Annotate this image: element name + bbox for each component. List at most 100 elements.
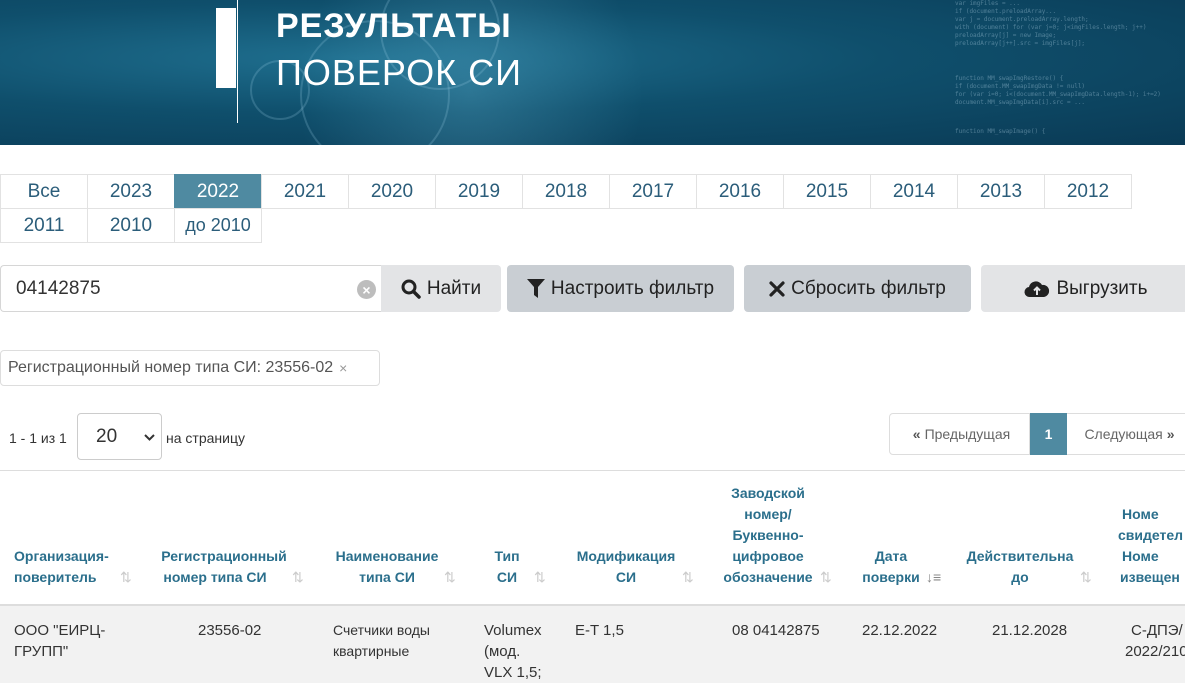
column-header-text: Номе xyxy=(1122,548,1159,564)
column-header-text: свидетел xyxy=(1118,527,1184,543)
sort-icon[interactable]: ⇅ xyxy=(292,567,304,588)
sort-icon[interactable]: ⇅ xyxy=(1080,567,1092,588)
sort-icon[interactable]: ⇅ xyxy=(682,567,694,588)
tab-year-2019[interactable]: 2019 xyxy=(435,174,523,209)
tab-year-2010[interactable]: 2010 xyxy=(87,208,175,243)
column-header-text: поверитель xyxy=(14,569,97,585)
per-page-select[interactable]: 20 xyxy=(77,413,162,460)
cell-reg-number: 23556-02 xyxy=(198,622,262,639)
cell-certificate-number: С-ДПЭ/ 2022/210 xyxy=(1125,620,1185,662)
column-header-type[interactable]: Тип СИ ⇅ xyxy=(488,546,545,588)
cell-text: Volumex xyxy=(484,622,542,639)
pagination: «Предыдущая 1 Следующая» xyxy=(889,413,1185,455)
page-number-button[interactable]: 1 xyxy=(1030,413,1067,455)
export-button-label: Выгрузить xyxy=(1056,277,1148,299)
prev-page-button[interactable]: «Предыдущая xyxy=(889,413,1030,455)
next-page-button[interactable]: Следующая» xyxy=(1067,413,1185,455)
page-title-line2: ПОВЕРОК СИ xyxy=(276,52,522,93)
active-filter-label: Регистрационный номер типа СИ: 23556-02 xyxy=(8,359,334,376)
tab-year-2022[interactable]: 2022 xyxy=(174,174,262,209)
column-header-text: номер/ xyxy=(744,506,792,522)
banner-code-decor: function MM_swapImage() { xyxy=(955,128,1046,135)
next-page-label: Следующая xyxy=(1084,426,1163,442)
column-header-text: Действительна xyxy=(966,548,1074,564)
table-row[interactable]: ООО "ЕИРЦ- ГРУПП" 23556-02 Счетчики воды… xyxy=(0,606,1185,683)
column-header-text: СИ xyxy=(496,569,518,585)
year-tabs-row: Все 2023 2022 2021 2020 2019 2018 2017 2… xyxy=(0,174,1132,209)
tab-year-all[interactable]: Все xyxy=(0,174,88,209)
tab-year-2016[interactable]: 2016 xyxy=(696,174,784,209)
tab-year-2017[interactable]: 2017 xyxy=(609,174,697,209)
cell-verification-date: 22.12.2022 xyxy=(862,622,938,639)
column-header-text: типа СИ xyxy=(359,569,415,585)
cell-text: ООО "ЕИРЦ- xyxy=(14,622,106,639)
column-header-verification-date[interactable]: Дата поверки ↓≡ xyxy=(858,546,941,588)
configure-filter-button[interactable]: Настроить фильтр xyxy=(507,265,734,312)
tab-year-before-2010[interactable]: до 2010 xyxy=(174,208,262,243)
cell-type: Volumex (мод. VLX 1,5; xyxy=(484,620,542,683)
column-header-organization[interactable]: Организация- поверитель ⇅ xyxy=(14,546,132,588)
cell-text: Счетчики воды xyxy=(333,622,430,638)
sort-icon[interactable]: ⇅ xyxy=(444,567,456,588)
cell-valid-until: 21.12.2028 xyxy=(992,622,1068,639)
column-header-text: до xyxy=(1011,569,1029,585)
cell-name: Счетчики воды квартирные xyxy=(333,620,430,662)
column-header-text: извещен xyxy=(1120,569,1180,585)
column-header-text: Организация- xyxy=(14,548,109,564)
tab-year-2015[interactable]: 2015 xyxy=(783,174,871,209)
tab-year-2023[interactable]: 2023 xyxy=(87,174,175,209)
tab-year-2021[interactable]: 2021 xyxy=(261,174,349,209)
sort-icon[interactable]: ⇅ xyxy=(534,567,546,588)
sort-desc-icon[interactable]: ↓≡ xyxy=(926,567,941,588)
tab-year-2012[interactable]: 2012 xyxy=(1044,174,1132,209)
column-header-text: поверки xyxy=(862,569,920,585)
column-header-text: обозначение xyxy=(723,569,813,585)
tab-year-2011[interactable]: 2011 xyxy=(0,208,88,243)
banner-code-decor: function MM_swapImgRestore() { if (docum… xyxy=(955,75,1161,106)
column-header-text: Тип xyxy=(494,548,520,564)
cell-serial: 08 04142875 xyxy=(732,622,820,639)
page-banner: var imgFiles = ... if (document.preloadA… xyxy=(0,0,1185,145)
clear-search-icon[interactable]: × xyxy=(357,280,376,299)
close-icon xyxy=(769,280,785,297)
column-header-modification[interactable]: Модификация СИ ⇅ xyxy=(574,546,694,588)
cell-modification: E-T 1,5 xyxy=(575,622,624,639)
sort-icon[interactable]: ⇅ xyxy=(120,567,132,588)
column-header-text: Регистрационный xyxy=(161,548,287,564)
export-button[interactable]: Выгрузить xyxy=(981,265,1185,312)
column-header-name[interactable]: Наименование типа СИ ⇅ xyxy=(332,546,456,588)
page-title-line1: РЕЗУЛЬТАТЫ xyxy=(276,7,512,45)
search-input[interactable] xyxy=(1,266,341,311)
banner-code-decor: var imgFiles = ... if (document.preloadA… xyxy=(955,0,1147,47)
search-box: × xyxy=(0,265,382,312)
column-header-reg-number[interactable]: Регистрационный номер типа СИ ⇅ xyxy=(158,546,303,588)
tab-year-2020[interactable]: 2020 xyxy=(348,174,436,209)
tab-year-2013[interactable]: 2013 xyxy=(957,174,1045,209)
double-chevron-left-icon: « xyxy=(912,426,921,442)
find-button[interactable]: Найти xyxy=(381,265,501,312)
column-header-text: номер типа СИ xyxy=(163,569,267,585)
year-tabs-row: 2011 2010 до 2010 xyxy=(0,208,1132,243)
cell-text: 2022/210 xyxy=(1125,643,1185,660)
per-page-label: на страницу xyxy=(166,430,245,446)
active-filter-chip: Регистрационный номер типа СИ: 23556-02 … xyxy=(0,350,380,386)
year-tabs: Все 2023 2022 2021 2020 2019 2018 2017 2… xyxy=(0,174,1132,243)
banner-divider xyxy=(237,0,238,123)
prev-page-label: Предыдущая xyxy=(924,426,1011,442)
cloud-upload-icon xyxy=(1024,280,1050,297)
column-header-text: Заводской xyxy=(731,485,805,501)
column-header-text: Номе xyxy=(1122,506,1159,522)
reset-filter-button[interactable]: Сбросить фильтр xyxy=(744,265,971,312)
filter-icon xyxy=(526,278,545,298)
column-header-valid-until[interactable]: Действительна до ⇅ xyxy=(964,546,1092,588)
results-count: 1 - 1 из 1 xyxy=(9,430,67,446)
sort-icon[interactable]: ⇅ xyxy=(820,567,832,588)
column-header-certificate-number[interactable]: Номе свидетел Номе извещен xyxy=(1108,504,1185,588)
tab-year-2018[interactable]: 2018 xyxy=(522,174,610,209)
column-header-serial[interactable]: Заводской номер/ Буквенно- цифровое обоз… xyxy=(720,483,831,588)
cell-text: С-ДПЭ/ xyxy=(1131,622,1183,639)
remove-filter-icon[interactable]: × xyxy=(339,360,347,376)
tab-year-2014[interactable]: 2014 xyxy=(870,174,958,209)
double-chevron-right-icon: » xyxy=(1166,426,1175,442)
cell-text: (мод. xyxy=(484,643,521,660)
